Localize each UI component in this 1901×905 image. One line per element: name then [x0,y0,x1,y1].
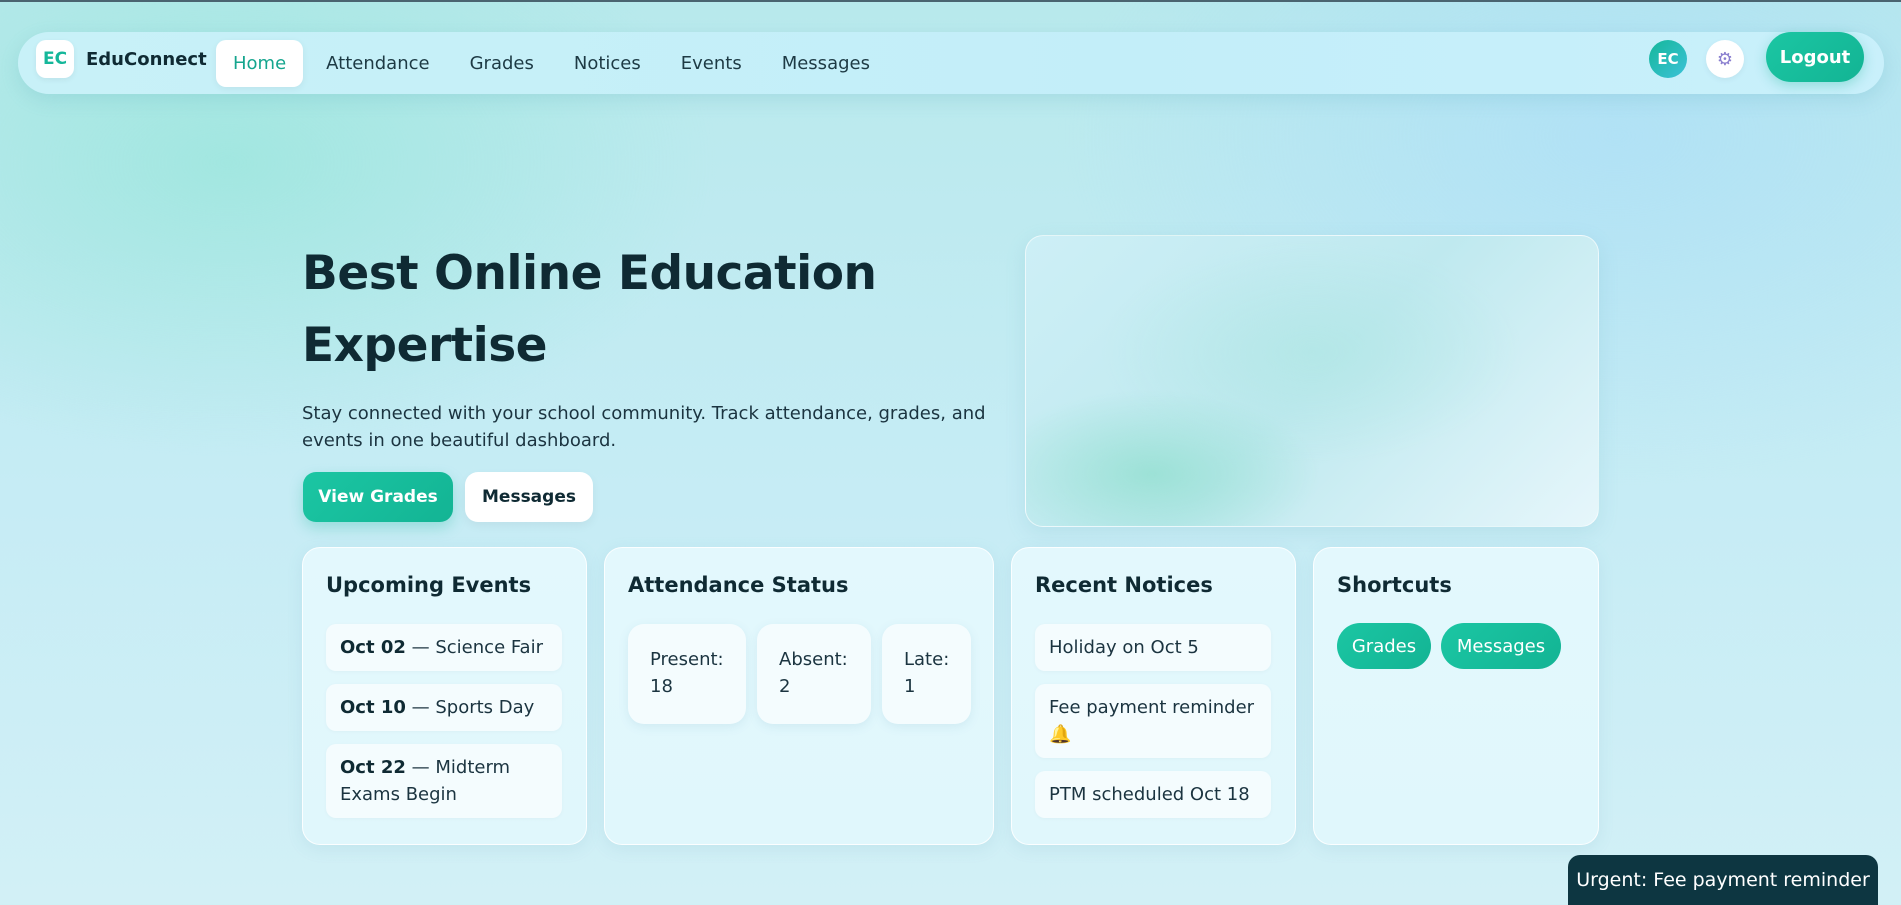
notice-item[interactable]: Fee payment reminder 🔔 [1035,684,1271,758]
event-text: — Science Fair [411,637,543,658]
nav-link-attendance[interactable]: Attendance [309,40,446,87]
stat-label: Present: [650,649,724,670]
stat-value: 2 [779,676,791,697]
stat-value: 1 [904,676,916,697]
attendance-stat-absent: Absent: 2 [757,624,871,724]
brand-name: EduConnect [86,48,207,70]
event-date: Oct 22 [340,757,406,778]
messages-button[interactable]: Messages [465,472,593,522]
shortcut-grades[interactable]: Grades [1337,623,1431,669]
card-title: Attendance Status [628,573,849,597]
shortcuts-card: Shortcuts Grades Messages [1313,547,1599,845]
event-date: Oct 02 [340,637,406,658]
event-item: Oct 10 — Sports Day [326,684,562,731]
stat-value: 18 [650,676,673,697]
urgent-toast[interactable]: Urgent: Fee payment reminder [1568,855,1878,905]
nav-links: Home Attendance Grades Notices Events Me… [216,32,887,94]
attendance-stat-present: Present: 18 [628,624,746,724]
nav-link-notices[interactable]: Notices [557,40,658,87]
attendance-stat-late: Late: 1 [882,624,971,724]
event-text: — Sports Day [411,697,535,718]
hero-title: Best Online Education Expertise [302,246,877,373]
event-item: Oct 02 — Science Fair [326,624,562,671]
brand-logo: EC [36,40,74,78]
event-item: Oct 22 — Midterm Exams Begin [326,744,562,818]
nav-link-messages[interactable]: Messages [765,40,887,87]
event-date: Oct 10 [340,697,406,718]
attendance-status-card: Attendance Status Present: 18 Absent: 2 … [604,547,994,845]
shortcut-messages[interactable]: Messages [1441,623,1561,669]
top-navbar: EC EduConnect Home Attendance Grades Not… [18,32,1884,94]
hero-image [1025,235,1599,527]
recent-notices-card: Recent Notices Holiday on Oct 5 Fee paym… [1011,547,1296,845]
notice-item[interactable]: Holiday on Oct 5 [1035,624,1271,671]
card-title: Recent Notices [1035,573,1213,597]
card-title: Shortcuts [1337,573,1452,597]
hero-subtitle: Stay connected with your school communit… [302,403,986,451]
nav-link-events[interactable]: Events [664,40,759,87]
card-title: Upcoming Events [326,573,532,597]
upcoming-events-card: Upcoming Events Oct 02 — Science Fair Oc… [302,547,587,845]
nav-link-grades[interactable]: Grades [453,40,551,87]
settings-button[interactable]: ⚙ [1706,40,1744,78]
nav-link-home[interactable]: Home [216,39,304,87]
view-grades-button[interactable]: View Grades [303,472,453,522]
brand[interactable]: EC EduConnect [36,40,207,78]
notice-item[interactable]: PTM scheduled Oct 18 [1035,771,1271,818]
logout-button[interactable]: Logout [1766,32,1864,82]
user-avatar[interactable]: EC [1649,40,1687,78]
stat-label: Absent: [779,649,848,670]
gear-icon: ⚙ [1716,48,1734,70]
stat-label: Late: [904,649,950,670]
